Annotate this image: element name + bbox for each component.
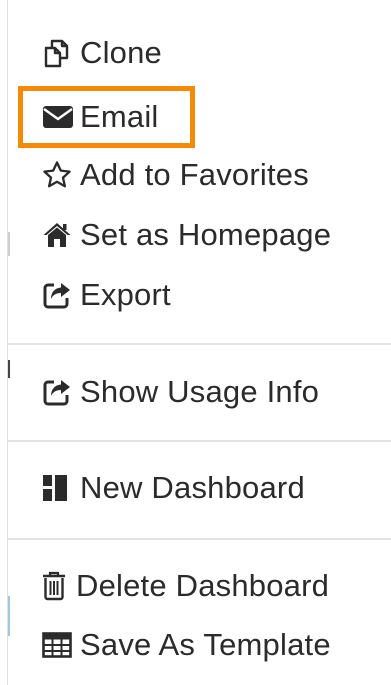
menu-item-label: Clone — [80, 35, 162, 70]
share-square-icon — [42, 278, 76, 312]
menu-item-clone[interactable]: Clone — [42, 33, 162, 73]
menu-divider — [8, 440, 391, 442]
menu-item-save-as-template[interactable]: Save As Template — [42, 625, 331, 665]
left-edge-mark — [8, 232, 10, 256]
share-square-icon — [42, 375, 76, 409]
left-edge-mark — [8, 596, 10, 636]
clone-icon — [42, 36, 76, 70]
menu-item-label: Export — [80, 277, 171, 312]
menu-item-show-usage-info[interactable]: Show Usage Info — [42, 372, 319, 412]
menu-item-new-dashboard[interactable]: New Dashboard — [42, 468, 305, 508]
menu-item-label: Email — [80, 99, 159, 134]
menu-item-label: Delete Dashboard — [76, 568, 330, 603]
menu-divider — [8, 343, 391, 345]
menu-item-export[interactable]: Export — [42, 275, 171, 315]
menu-item-add-to-favorites[interactable]: Add to Favorites — [42, 155, 309, 195]
menu-divider — [8, 538, 391, 540]
home-icon — [42, 218, 76, 252]
dashboard-actions-menu: Clone Email Add to Favorites Set as Home… — [7, 0, 391, 685]
menu-item-label: Show Usage Info — [80, 374, 320, 409]
left-edge-mark — [8, 360, 10, 378]
menu-item-label: Save As Template — [80, 627, 331, 662]
menu-item-delete-dashboard[interactable]: Delete Dashboard — [42, 566, 329, 606]
table-grid-icon — [42, 628, 76, 662]
menu-item-email[interactable]: Email — [42, 97, 159, 137]
menu-item-label: Set as Homepage — [80, 217, 332, 252]
menu-item-label: Add to Favorites — [80, 157, 309, 192]
menu-item-set-as-homepage[interactable]: Set as Homepage — [42, 215, 331, 255]
menu-item-label: New Dashboard — [80, 470, 305, 505]
star-outline-icon — [42, 158, 76, 192]
envelope-icon — [42, 100, 76, 134]
trash-icon — [42, 569, 72, 603]
dashboard-layout-icon — [42, 471, 76, 505]
